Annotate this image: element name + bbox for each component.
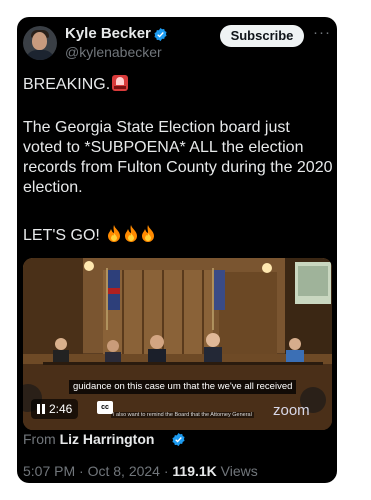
tweet-body: The Georgia State Election board just vo… bbox=[23, 119, 333, 196]
closing-text: LET'S GO! bbox=[23, 227, 100, 244]
verified-badge-icon bbox=[154, 27, 167, 42]
video-attribution: From Liz Harrington bbox=[23, 431, 154, 447]
breaking-line: BREAKING. bbox=[23, 75, 333, 95]
more-options-icon[interactable]: ··· bbox=[313, 24, 331, 41]
fire-icon bbox=[125, 225, 138, 242]
pause-icon[interactable] bbox=[37, 404, 45, 414]
avatar-face bbox=[32, 32, 47, 50]
fire-icon bbox=[142, 225, 155, 242]
breaking-text: BREAKING. bbox=[23, 76, 111, 93]
from-name[interactable]: Liz Harrington bbox=[60, 431, 155, 447]
siren-icon bbox=[112, 75, 129, 91]
playback-control[interactable]: 2:46 bbox=[31, 399, 79, 419]
views-count: 119.1K bbox=[172, 463, 217, 479]
timestamp[interactable]: 5:07 PM · Oct 8, 2024 · bbox=[23, 463, 172, 479]
video-subcaption: I also want to remind the Board that the… bbox=[111, 412, 254, 418]
from-prefix: From bbox=[23, 431, 56, 447]
zoom-watermark: zoom bbox=[273, 402, 310, 419]
captions-button[interactable]: cc bbox=[97, 401, 113, 414]
tweet-card: Kyle Becker @kylenabecker Subscribe ··· … bbox=[17, 17, 337, 483]
embedded-video[interactable]: guidance on this case um that the we've … bbox=[23, 258, 332, 430]
author-name[interactable]: Kyle Becker bbox=[65, 25, 151, 42]
verified-badge-icon bbox=[172, 432, 185, 447]
tweet-meta: 5:07 PM · Oct 8, 2024 · 119.1K Views bbox=[23, 463, 258, 479]
avatar[interactable] bbox=[23, 26, 57, 60]
avatar-suit bbox=[25, 50, 55, 60]
video-caption: guidance on this case um that the we've … bbox=[69, 380, 297, 394]
closing-line: LET'S GO! bbox=[23, 225, 333, 246]
author-handle[interactable]: @kylenabecker bbox=[65, 44, 162, 60]
views-label: Views bbox=[220, 463, 258, 479]
video-time: 2:46 bbox=[49, 402, 73, 416]
fire-icon bbox=[108, 225, 121, 242]
subscribe-button[interactable]: Subscribe bbox=[220, 25, 304, 47]
